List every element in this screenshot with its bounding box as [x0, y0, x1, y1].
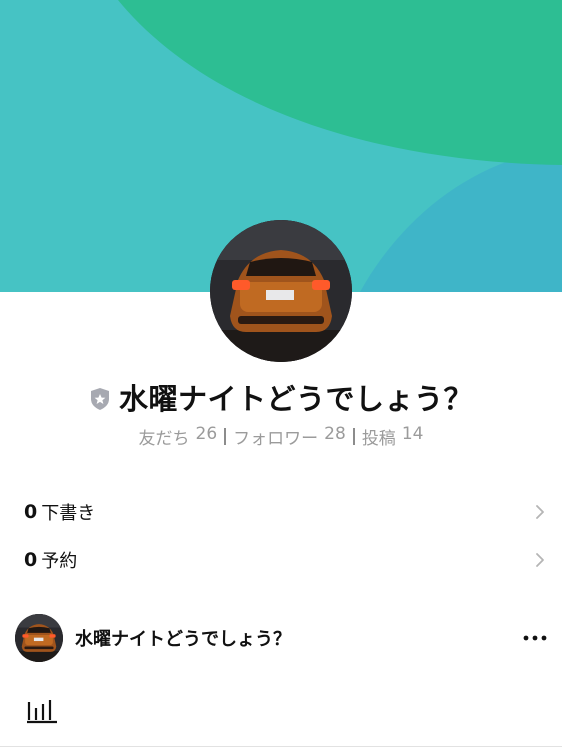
chevron-right-icon [536, 505, 544, 519]
drafts-count: 0 [24, 501, 38, 523]
post-author-row: 水曜ナイトどうでしょう？ [0, 612, 562, 664]
stat-followers[interactable]: フォロワー 28 [233, 424, 346, 449]
stat-posts[interactable]: 投稿 14 [362, 424, 424, 449]
chevron-right-icon [536, 553, 544, 567]
avatar[interactable] [15, 614, 63, 662]
profile-name: 水曜ナイトどうでしょう？ [118, 382, 473, 416]
stat-label: 投稿 [361, 428, 396, 449]
profile-avatar[interactable] [210, 220, 352, 362]
stat-label: フォロワー [233, 428, 319, 449]
stat-value: 14 [401, 423, 424, 444]
bar-chart-icon[interactable] [26, 696, 58, 726]
profile-stats: 友だち 26 フォロワー 28 投稿 14 [0, 424, 562, 449]
stat-friends[interactable]: 友だち 26 [139, 424, 218, 449]
stat-value: 26 [195, 423, 218, 444]
divider [224, 427, 227, 445]
drafts-row[interactable]: 0 下書き [0, 495, 562, 529]
divider [352, 427, 355, 445]
divider [0, 746, 562, 747]
shield-star-icon [90, 388, 109, 410]
post-author-name[interactable]: 水曜ナイトどうでしょう？ [75, 625, 291, 651]
scheduled-row[interactable]: 0 予約 [0, 543, 562, 577]
more-button[interactable] [522, 626, 548, 650]
profile-name-row: 水曜ナイトどうでしょう？ [0, 374, 562, 420]
scheduled-count: 0 [24, 549, 38, 571]
scheduled-label: 予約 [41, 551, 78, 572]
stat-value: 28 [324, 423, 346, 444]
more-dots-icon [523, 635, 547, 641]
stat-label: 友だち [138, 428, 190, 449]
drafts-label: 下書き [41, 503, 96, 524]
